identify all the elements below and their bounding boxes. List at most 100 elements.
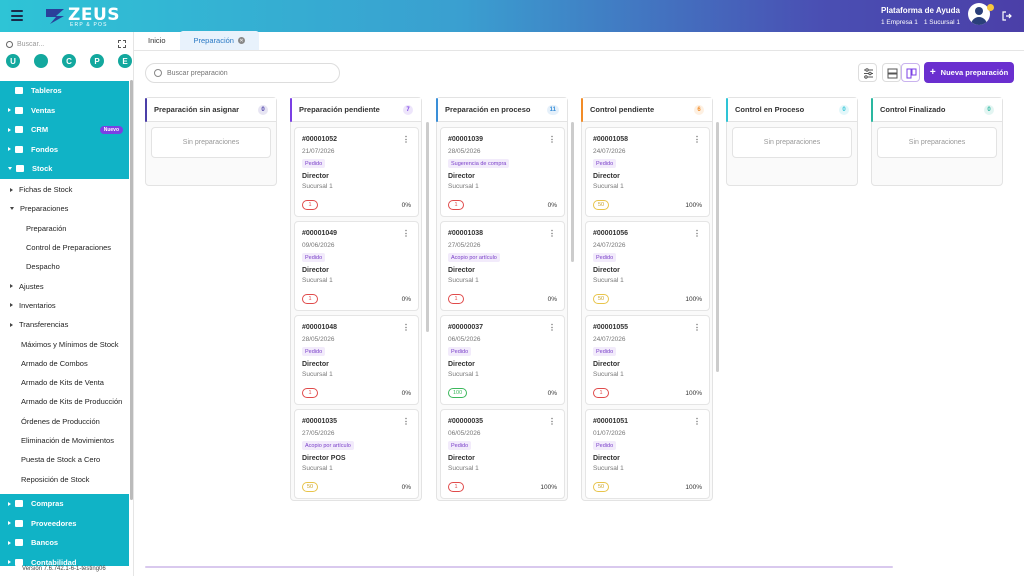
sidebar-item-kits-venta[interactable]: Armado de Kits de Venta xyxy=(0,373,129,392)
quick-c[interactable]: C xyxy=(62,54,76,68)
more-options-icon[interactable]: ⋮ xyxy=(402,323,410,332)
sidebar-item-label: Tableros xyxy=(31,86,62,96)
sidebar-item-label: Stock xyxy=(32,164,53,174)
quick-p[interactable]: P xyxy=(90,54,104,68)
card-role: Director xyxy=(593,361,620,368)
sidebar-item-compras[interactable]: Compras xyxy=(0,494,129,514)
sidebar-item-inventarios[interactable]: Inventarios xyxy=(0,296,129,315)
column-header: Preparación pendiente 7 xyxy=(290,98,421,122)
column-color-bar xyxy=(290,98,292,122)
more-options-icon[interactable]: ⋮ xyxy=(693,135,701,144)
sidebar-item-label: Compras xyxy=(31,499,64,509)
sidebar-item-tableros[interactable]: Tableros xyxy=(0,81,129,101)
hamburger-menu-icon[interactable] xyxy=(11,10,23,21)
sidebar-item-despacho[interactable]: Despacho xyxy=(0,257,129,276)
sidebar-item-kits-produccion[interactable]: Armado de Kits de Producción xyxy=(0,392,129,411)
sidebar-item-reposicion-stock[interactable]: Reposición de Stock xyxy=(0,469,129,488)
quick-blank[interactable] xyxy=(34,54,48,68)
more-options-icon[interactable]: ⋮ xyxy=(548,135,556,144)
more-options-icon[interactable]: ⋮ xyxy=(402,417,410,426)
column-header: Control pendiente 6 xyxy=(581,98,712,122)
preparation-card[interactable]: #00001038 ⋮ 27/05/2026 Acopio por artículo D… xyxy=(440,221,565,311)
preparation-card[interactable]: #00001055 ⋮ 24/07/2026 Pedido Director Sucurs… xyxy=(585,315,710,405)
card-date: 06/05/2026 xyxy=(448,430,481,437)
search-input[interactable] xyxy=(167,69,327,77)
list-view-button[interactable] xyxy=(882,63,901,82)
preparation-card[interactable]: #00001035 ⋮ 27/05/2026 Acopio por artículo D… xyxy=(294,409,419,499)
column-title: Control pendiente xyxy=(590,105,655,114)
card-date: 24/07/2026 xyxy=(593,242,626,249)
help-platform-title[interactable]: Plataforma de Ayuda xyxy=(881,6,960,15)
preparation-card[interactable]: #00001048 ⋮ 28/05/2026 Pedido Director Sucurs… xyxy=(294,315,419,405)
logo[interactable]: ZEUS ERP & POS xyxy=(44,5,120,28)
sidebar-item-ventas[interactable]: Ventas xyxy=(0,101,129,121)
more-options-icon[interactable]: ⋮ xyxy=(402,229,410,238)
sidebar-item-preparaciones[interactable]: Preparaciones xyxy=(0,199,129,218)
sidebar-item-ajustes[interactable]: Ajustes xyxy=(0,276,129,295)
more-options-icon[interactable]: ⋮ xyxy=(548,229,556,238)
column-scrollbar[interactable] xyxy=(426,122,429,332)
sidebar-item-bancos[interactable]: Bancos xyxy=(0,533,129,553)
preparation-card[interactable]: #00000035 ⋮ 06/05/2026 Pedido Director Sucurs… xyxy=(440,409,565,499)
preparation-card[interactable]: #00001049 ⋮ 09/06/2026 Pedido Director Sucurs… xyxy=(294,221,419,311)
card-progress-percent: 100% xyxy=(685,296,702,303)
sidebar-item-label: Armado de Kits de Producción xyxy=(21,397,123,407)
column-scrollbar[interactable] xyxy=(571,122,574,262)
cart-icon xyxy=(15,106,23,114)
sidebar-scrollbar[interactable] xyxy=(130,80,133,500)
more-options-icon[interactable]: ⋮ xyxy=(693,323,701,332)
sidebar-item-eliminacion-movimientos[interactable]: Eliminación de Movimientos xyxy=(0,431,129,450)
more-options-icon[interactable]: ⋮ xyxy=(548,323,556,332)
card-number: #00001048 xyxy=(302,324,338,331)
sidebar-item-fichas-stock[interactable]: Fichas de Stock xyxy=(0,180,129,199)
card-progress-percent: 0% xyxy=(401,390,411,397)
card-date: 06/05/2026 xyxy=(448,336,481,343)
close-tab-icon[interactable]: ✕ xyxy=(237,37,245,44)
sidebar-search[interactable]: Buscar... xyxy=(6,38,126,50)
column-count-badge: 11 xyxy=(546,105,559,115)
sidebar-item-transferencias[interactable]: Transferencias xyxy=(0,315,129,334)
version-label: Versión 7.6.742.1-6-1-testing06 xyxy=(0,566,133,576)
sidebar-item-crm[interactable]: CRM Nuevo xyxy=(0,120,129,140)
preparation-card[interactable]: #00001058 ⋮ 24/07/2026 Pedido Director Sucurs… xyxy=(585,127,710,217)
card-priority-pill: 1 xyxy=(448,200,464,210)
preparation-card[interactable]: #00001056 ⋮ 24/07/2026 Pedido Director Sucurs… xyxy=(585,221,710,311)
logout-icon[interactable] xyxy=(1002,11,1012,21)
more-options-icon[interactable]: ⋮ xyxy=(693,417,701,426)
more-options-icon[interactable]: ⋮ xyxy=(402,135,410,144)
column-count-badge: 0 xyxy=(984,105,994,115)
card-number: #00001039 xyxy=(448,136,484,143)
column-scrollbar[interactable] xyxy=(716,122,719,372)
search-preparation[interactable] xyxy=(145,63,340,83)
sidebar-item-fondos[interactable]: Fondos xyxy=(0,140,129,160)
preparation-card[interactable]: #00000037 ⋮ 06/05/2026 Pedido Director Sucurs… xyxy=(440,315,565,405)
sidebar-item-ordenes-produccion[interactable]: Órdenes de Producción xyxy=(0,412,129,431)
sidebar-item-stock-cero[interactable]: Puesta de Stock a Cero xyxy=(0,450,129,469)
users-icon xyxy=(15,519,23,527)
dashboard-icon xyxy=(15,87,23,95)
preparation-card[interactable]: #00001051 ⋮ 01/07/2026 Pedido Director Sucurs… xyxy=(585,409,710,499)
new-preparation-button[interactable]: + Nueva preparación xyxy=(924,62,1014,83)
sidebar-item-armado-combos[interactable]: Armado de Combos xyxy=(0,354,129,373)
sidebar-item-maximos-minimos[interactable]: Máximos y Mínimos de Stock xyxy=(0,334,129,353)
sidebar-item-stock[interactable]: Stock xyxy=(0,159,129,179)
column-header: Preparación sin asignar 0 xyxy=(145,98,276,122)
company-branch-info[interactable]: 1 Empresa 1 1 Sucursal 1 xyxy=(881,19,960,26)
horizontal-scrollbar[interactable] xyxy=(145,566,893,568)
preparation-card[interactable]: #00001039 ⋮ 28/05/2026 Sugerencia de compra… xyxy=(440,127,565,217)
kanban-view-button[interactable] xyxy=(901,63,920,82)
tab-inicio[interactable]: Inicio xyxy=(134,31,180,50)
quick-e[interactable]: E xyxy=(118,54,132,68)
card-number: #00001038 xyxy=(448,230,484,237)
preparation-card[interactable]: #00001052 ⋮ 21/07/2026 Pedido Director Sucurs… xyxy=(294,127,419,217)
more-options-icon[interactable]: ⋮ xyxy=(693,229,701,238)
card-number: #00001055 xyxy=(593,324,629,331)
expand-icon[interactable] xyxy=(118,40,126,48)
quick-u[interactable]: U xyxy=(6,54,20,68)
filter-button[interactable] xyxy=(858,63,877,82)
sidebar-item-control-preparaciones[interactable]: Control de Preparaciones xyxy=(0,238,129,257)
sidebar-item-preparacion[interactable]: Preparación xyxy=(0,219,129,238)
more-options-icon[interactable]: ⋮ xyxy=(548,417,556,426)
sidebar-item-proveedores[interactable]: Proveedores xyxy=(0,514,129,534)
tab-preparacion[interactable]: Preparación ✕ xyxy=(179,31,259,50)
